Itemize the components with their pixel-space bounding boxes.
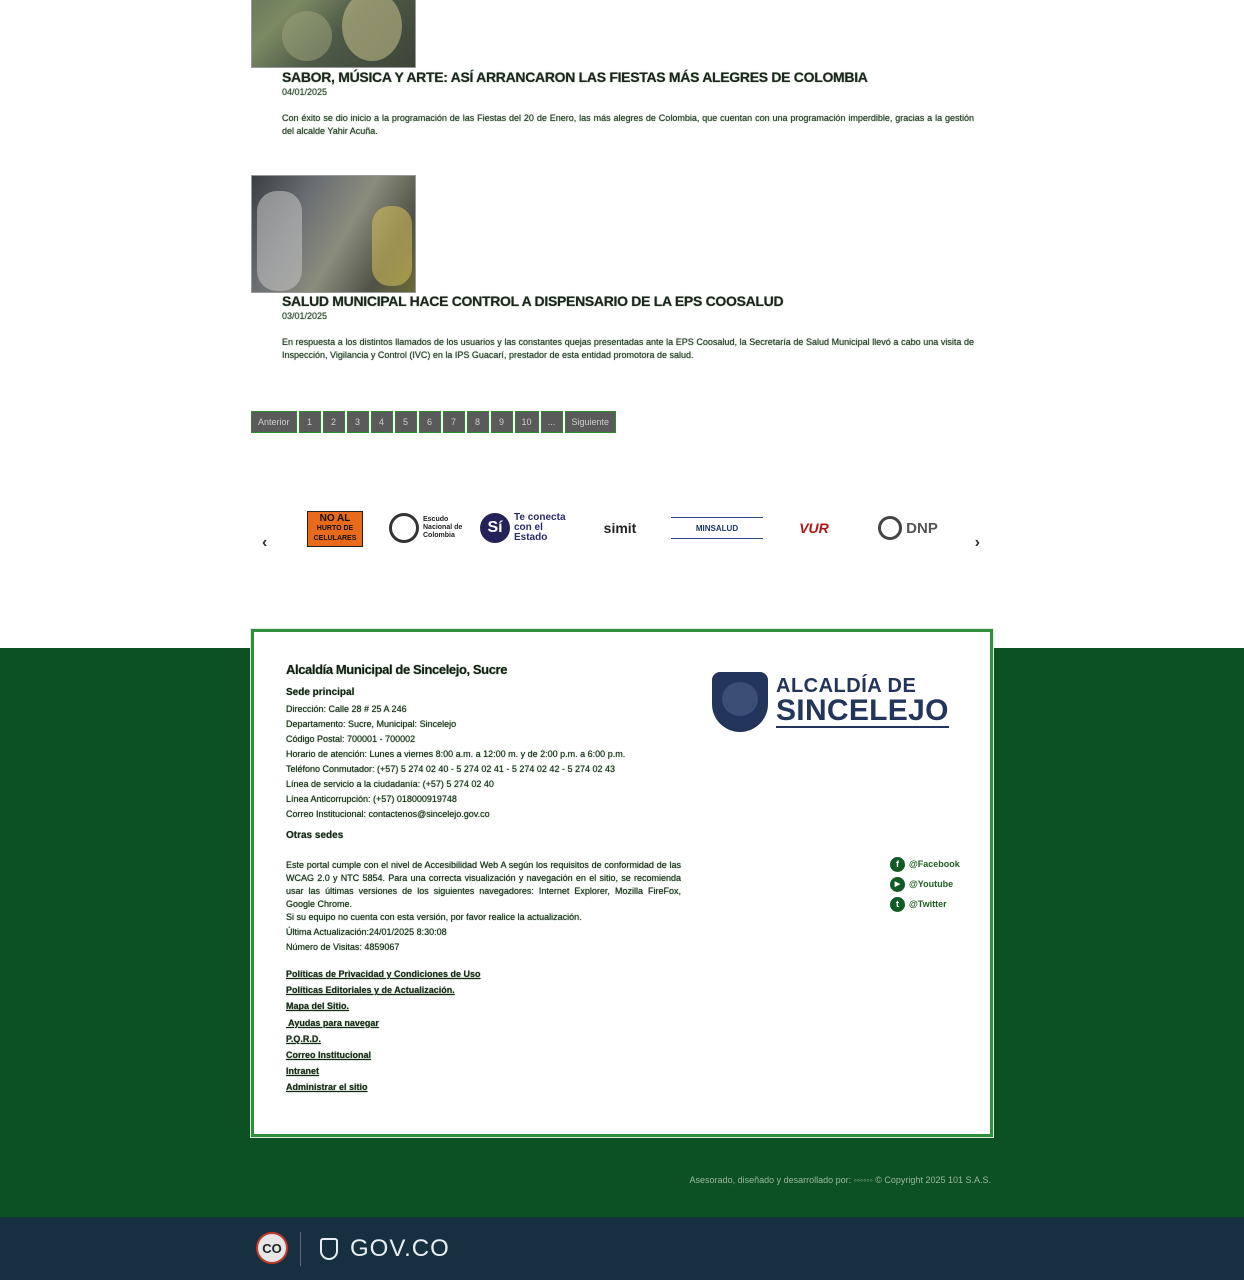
news-thumbnail[interactable] (251, 175, 416, 293)
escudo-seal-icon (389, 513, 419, 543)
pagination-page-button[interactable]: 8 (466, 411, 489, 433)
social-links: f @Facebook ▶ @Youtube t @Twitter (890, 854, 960, 914)
footer-email[interactable]: Correo Institucional: contactenos@sincel… (286, 807, 681, 822)
twitter-label: @Twitter (909, 899, 947, 909)
brand-bottom-text: SINCELEJO (776, 694, 949, 728)
brand-text: ALCALDÍA DE SINCELEJO (776, 676, 949, 728)
logo-dnp[interactable]: DNP (862, 508, 954, 548)
sincelejo-shield-icon (712, 672, 768, 732)
intranet-link[interactable]: Intranet (286, 1063, 681, 1079)
admin-site-link[interactable]: Administrar el sitio (286, 1079, 681, 1095)
footer-accessibility-text: Este portal cumple con el nivel de Acces… (286, 859, 681, 954)
dnp-seal-icon (878, 516, 903, 540)
chevron-right-icon[interactable]: › (975, 534, 980, 552)
logo-escudo-nacional[interactable]: Escudo Nacional de Colombia (387, 508, 473, 548)
gov-co-bar: CO GOV.CO (0, 1217, 1244, 1280)
pagination-ellipsis[interactable]: ... (540, 411, 563, 433)
footer-sede-heading: Sede principal (286, 687, 355, 698)
pagination-page-button[interactable]: 10 (514, 411, 539, 433)
logo-minsalud[interactable]: MINSALUD (671, 517, 763, 539)
footer-contact-column: Alcaldía Municipal de Sincelejo, Sucre S… (286, 662, 681, 1096)
footer-anticorruption-line: Línea Anticorrupción: (+57) 018000919748 (286, 794, 457, 804)
logo-noal-line3: CELULARES (313, 535, 357, 542)
facebook-link[interactable]: f @Facebook (890, 854, 960, 874)
pagination-next-button[interactable]: Siguiente (564, 411, 617, 433)
navigation-help-link[interactable]: Ayudas para navegar (286, 1015, 681, 1031)
pagination-page-button[interactable]: 7 (442, 411, 465, 433)
footer-address: Dirección: Calle 28 # 25 A 246 (286, 704, 407, 714)
footer-credit[interactable]: Asesorado, diseñado y desarrollado por: … (690, 1175, 991, 1185)
twitter-icon: t (890, 896, 905, 912)
youtube-icon: ▶ (890, 876, 905, 892)
pagination-page-button[interactable]: 1 (298, 411, 321, 433)
chevron-left-icon[interactable]: ‹ (262, 534, 267, 552)
sitemap-link[interactable]: Mapa del Sitio. (286, 998, 681, 1014)
accessibility-note: Si su equipo no cuenta con esta versión,… (286, 912, 582, 922)
partner-logo-carousel: ‹ NO AL HURTO DE CELULARES Escudo Nacion… (262, 508, 982, 568)
last-update: Última Actualización:24/01/2025 8:30:08 (286, 927, 447, 937)
youtube-label: @Youtube (909, 879, 954, 889)
facebook-label: @Facebook (909, 859, 960, 869)
editorial-policy-link[interactable]: Políticas Editoriales y de Actualización… (286, 982, 681, 998)
gov-shield-icon (320, 1238, 338, 1260)
colombia-co-badge[interactable]: CO (256, 1232, 288, 1264)
pagination-page-button[interactable]: 5 (394, 411, 417, 433)
logo-simit[interactable]: simit (595, 508, 645, 548)
pagination-page-button[interactable]: 4 (370, 411, 393, 433)
footer-phone: Teléfono Conmutador: (+57) 5 274 02 40 -… (286, 764, 615, 774)
footer-hours: Horario de atención: Lunes a viernes 8:0… (286, 749, 626, 759)
footer-title: Alcaldía Municipal de Sincelejo, Sucre (286, 662, 508, 677)
pagination: Anterior 1 2 3 4 5 6 7 8 9 10 ... Siguie… (251, 411, 617, 433)
footer-otras-sedes[interactable]: Otras sedes (286, 830, 681, 841)
facebook-icon: f (890, 856, 905, 872)
logo-dnp-text: DNP (906, 519, 938, 537)
gov-bar-divider (300, 1232, 301, 1266)
logo-no-al-hurto[interactable]: NO AL HURTO DE CELULARES (307, 511, 363, 547)
footer-contact-lines: Dirección: Calle 28 # 25 A 246 Departame… (286, 702, 681, 822)
news-title[interactable]: SALUD MUNICIPAL HACE CONTROL A DISPENSAR… (282, 293, 784, 309)
footer-card: Alcaldía Municipal de Sincelejo, Sucre S… (250, 628, 994, 1138)
logo-vur[interactable]: VUR (786, 508, 842, 548)
news-description: En respuesta a los distintos llamados de… (282, 337, 974, 360)
pagination-page-button[interactable]: 6 (418, 411, 441, 433)
pqrd-link[interactable]: P.Q.R.D. (286, 1031, 681, 1047)
logo-noal-line1: NO AL (319, 513, 351, 524)
footer-links: Políticas de Privacidad y Condiciones de… (286, 966, 681, 1096)
news-item[interactable]: SALUD MUNICIPAL HACE CONTROL A DISPENSAR… (251, 0, 993, 370)
pagination-page-button[interactable]: 9 (490, 411, 513, 433)
logo-si-text: Te conecta con el Estado (514, 512, 566, 543)
footer-postal-code: Código Postal: 700001 - 700002 (286, 734, 416, 744)
footer-citizen-line: Línea de servicio a la ciudadanía: (+57)… (286, 779, 494, 789)
pagination-page-button[interactable]: 3 (346, 411, 369, 433)
si-mark: Sí (480, 513, 510, 543)
gov-co-text: GOV.CO (350, 1235, 450, 1262)
brand-top-text: ALCALDÍA DE (776, 675, 917, 697)
youtube-link[interactable]: ▶ @Youtube (890, 874, 960, 894)
pagination-page-button[interactable]: 2 (322, 411, 345, 433)
accessibility-paragraph: Este portal cumple con el nivel de Acces… (286, 860, 681, 909)
privacy-policy-link[interactable]: Políticas de Privacidad y Condiciones de… (286, 966, 681, 982)
visit-counter: Número de Visitas: 4859067 (286, 942, 400, 952)
institutional-email-link[interactable]: Correo Institucional (286, 1047, 681, 1063)
twitter-link[interactable]: t @Twitter (890, 894, 960, 914)
alcaldia-sincelejo-logo[interactable]: ALCALDÍA DE SINCELEJO (712, 670, 952, 734)
gov-co-logo[interactable]: GOV.CO (320, 1235, 450, 1263)
logo-escudo-text: Escudo Nacional de Colombia (423, 516, 463, 539)
news-date: 03/01/2025 (282, 311, 328, 321)
logo-noal-line2: HURTO DE (316, 525, 354, 532)
pagination-prev-button[interactable]: Anterior (251, 411, 297, 433)
logo-si-te-conecta[interactable]: Sí Te conecta con el Estado (479, 508, 573, 548)
footer-department: Departamento: Sucre, Municipal: Sincelej… (286, 719, 457, 729)
